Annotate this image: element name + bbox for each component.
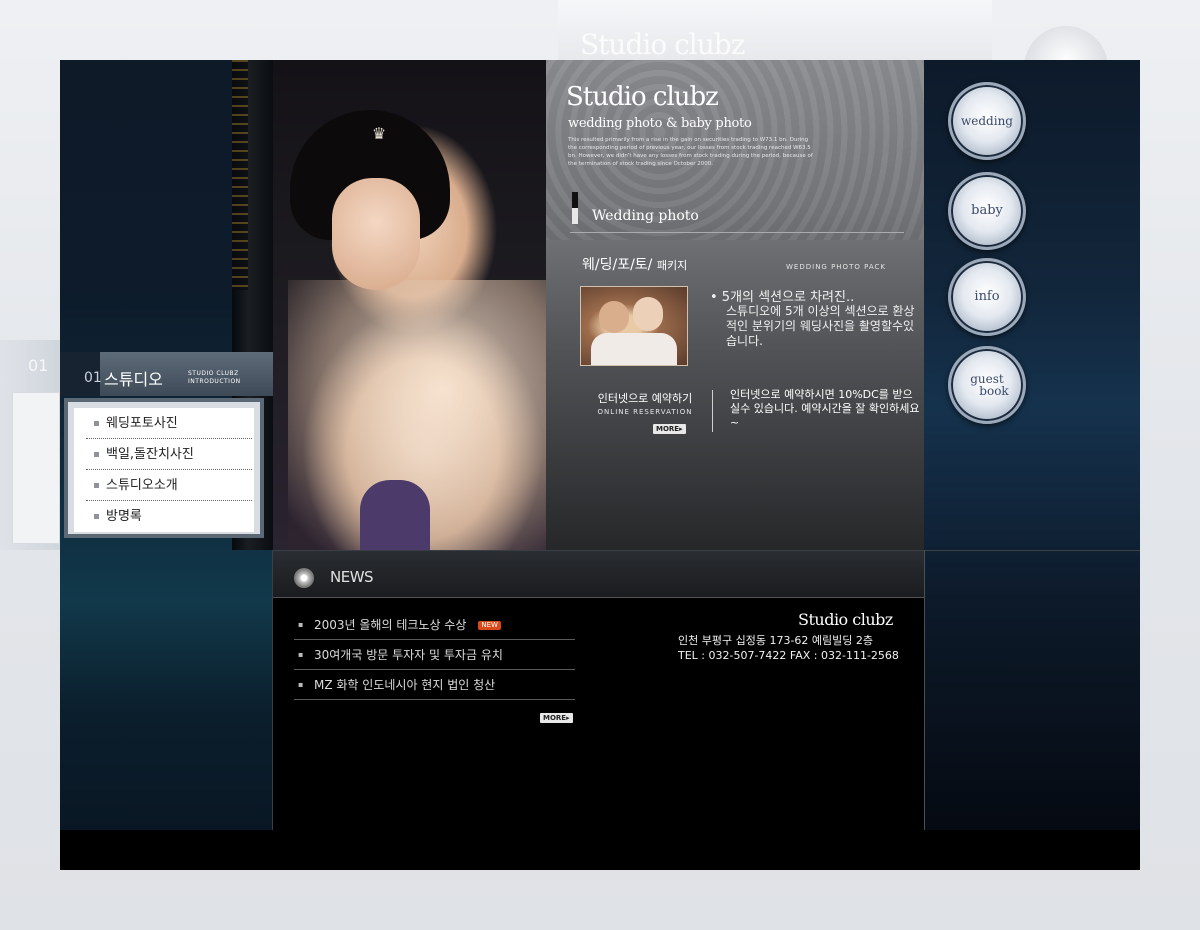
tiara-icon: ♛ — [371, 124, 389, 143]
hero-dress — [360, 480, 430, 550]
bottom-bar — [60, 830, 1140, 870]
background-ghost-num: 01 — [28, 356, 49, 375]
studio-eng-line2: INTRODUCTION — [188, 378, 241, 385]
nav-info-label: info — [974, 289, 1000, 304]
reservation-title[interactable]: 인터넷으로 예약하기 — [590, 390, 700, 406]
studio-menu-title: 스튜디오 — [104, 370, 163, 389]
reservation-more-button[interactable]: MORE▸ — [653, 424, 686, 434]
nav-baby-label: baby — [971, 203, 1003, 218]
section-marker — [572, 192, 578, 224]
nav-wedding-button[interactable]: wedding — [948, 82, 1026, 160]
news-header-line — [273, 597, 924, 598]
nav-book-label: book — [979, 384, 1009, 398]
menu-item-baby-party-photo[interactable]: 백일,돌잔치사진 — [86, 439, 252, 470]
menu-item-wedding-photo[interactable]: 웨딩포토사진 — [86, 408, 252, 439]
brand-description: This resulted primarily from a rise in t… — [568, 137, 813, 167]
nav-info-button[interactable]: info — [948, 258, 1026, 336]
reservation-eng-label: ONLINE RESERVATION — [597, 408, 693, 416]
studio-menu: 웨딩포토사진 백일,돌잔치사진 스튜디오소개 방명록 — [64, 398, 264, 538]
news-item[interactable]: MZ 화학 인도네시아 현지 법인 청산 — [294, 670, 575, 700]
news-item-label: MZ 화학 인도네시아 현지 법인 청산 — [314, 678, 496, 692]
new-badge: NEW — [478, 621, 501, 630]
nav-guestbook-text: guest book — [965, 373, 1008, 397]
nav-guestbook-button[interactable]: guest book — [948, 346, 1026, 424]
brand-title: Studio clubz — [566, 82, 719, 112]
studio-menu-list: 웨딩포토사진 백일,돌잔치사진 스튜디오소개 방명록 — [74, 408, 254, 532]
reservation-divider — [712, 390, 713, 432]
couple-photo-groom — [599, 301, 629, 333]
news-bullet-icon — [294, 568, 314, 588]
studio-menu-header: 01 스튜디오 STUDIO CLUBZ INTRODUCTION — [60, 352, 273, 396]
menu-item-studio-intro[interactable]: 스튜디오소개 — [86, 470, 252, 501]
background-ghost-title: Studio clubz — [580, 28, 745, 61]
couple-photo-body — [591, 333, 677, 365]
package-title-suffix: 패키지 — [656, 259, 688, 272]
footer-brand: Studio clubz — [798, 610, 893, 629]
nav-baby-button[interactable]: baby — [948, 172, 1026, 250]
studio-section-number: 01 — [84, 370, 102, 386]
news-item[interactable]: 2003년 올해의 테크노상 수상 NEW — [294, 610, 575, 640]
package-couple-photo[interactable] — [580, 286, 688, 366]
news-title: NEWS — [330, 568, 374, 586]
news-more-button[interactable]: MORE▸ — [540, 713, 573, 723]
nav-wedding-label: wedding — [961, 114, 1013, 128]
menu-item-guestbook[interactable]: 방명록 — [86, 501, 252, 532]
footer-contact: TEL : 032-507-7422 FAX : 032-111-2568 — [678, 649, 899, 662]
package-description: 스튜디오에 5개 이상의 섹션으로 환상적인 분위기의 웨딩사진을 촬영할수있습… — [726, 304, 915, 348]
background-ghost-menu — [12, 392, 60, 544]
decorative-lights — [232, 60, 248, 290]
package-eng-label: WEDDING PHOTO PACK — [786, 263, 886, 271]
brand-subtitle: wedding photo & baby photo — [568, 116, 752, 131]
info-panel: Studio clubz wedding photo & baby photo … — [546, 60, 924, 550]
studio-eng-line1: STUDIO CLUBZ — [188, 370, 239, 377]
reservation-description: 인터넷으로 예약하시면 10%DC를 받으실수 있습니다. 예약시간을 잘 확인… — [730, 388, 920, 429]
right-nav-column — [924, 60, 1140, 830]
footer-address: 인천 부평구 십정동 173-62 예림빌딩 2층 — [678, 634, 874, 647]
package-title-main: 웨/딩/포/토/ — [582, 257, 653, 273]
news-item-label: 30여개국 방문 투자자 및 투자금 유치 — [314, 648, 503, 662]
package-title: 웨/딩/포/토/ 패키지 — [582, 254, 687, 274]
studio-menu-eng: STUDIO CLUBZ INTRODUCTION — [188, 370, 241, 386]
lower-divider-right — [924, 550, 925, 830]
news-item-label: 2003년 올해의 테크노상 수상 — [314, 618, 467, 632]
couple-photo-bride — [633, 297, 663, 331]
package-bullet: • 5개의 섹션으로 차려진.. — [710, 290, 855, 305]
main-panel: ♛ Studio clubz wedding photo & baby phot… — [60, 60, 1140, 870]
news-item[interactable]: 30여개국 방문 투자자 및 투자금 유치 — [294, 640, 575, 670]
hero-face — [332, 178, 420, 290]
section-divider — [570, 232, 904, 233]
wedding-section-title: Wedding photo — [592, 208, 699, 224]
